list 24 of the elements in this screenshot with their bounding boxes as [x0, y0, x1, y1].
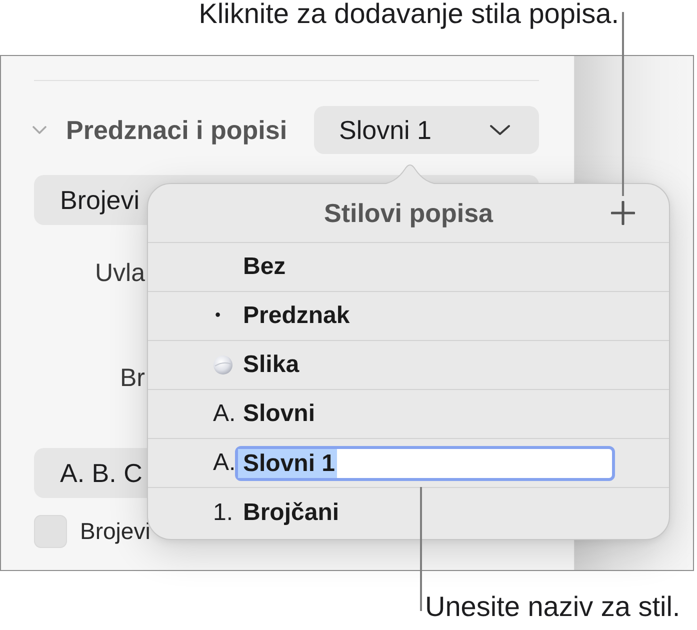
list-style-option[interactable]: Predznak: [243, 302, 350, 330]
checkbox[interactable]: [34, 515, 67, 548]
list-style-option[interactable]: Bez: [243, 253, 286, 281]
list-marker: A.: [213, 449, 236, 477]
list-style-option[interactable]: Brojčani: [243, 498, 340, 526]
list-marker: 1.: [213, 498, 234, 526]
popup-button[interactable]: Slovni 1: [314, 106, 539, 154]
list-style-option[interactable]: Slika: [243, 351, 300, 379]
add-button[interactable]: [611, 201, 635, 225]
chevron-down-icon[interactable]: [32, 125, 47, 135]
section-title: Predznaci i popisi: [66, 114, 288, 146]
field-label: Br: [120, 363, 145, 393]
list-marker: •: [214, 307, 221, 325]
callout-text: Unesite naziv za stil.: [425, 591, 680, 622]
checkbox-label: Brojevi: [80, 518, 150, 545]
list-style-option[interactable]: Slovni: [243, 400, 316, 428]
list-marker: A.: [213, 400, 236, 428]
plus-icon: [611, 201, 635, 225]
name-field[interactable]: Slovni 1: [235, 446, 615, 480]
sphere-icon: [213, 355, 233, 375]
popover-title: Stilovi popisa: [324, 198, 494, 228]
chevron-down-icon: [489, 124, 511, 136]
callout-text: Kliknite za dodavanje stila popisa.: [198, 0, 619, 28]
field-label: Uvla: [95, 258, 146, 288]
